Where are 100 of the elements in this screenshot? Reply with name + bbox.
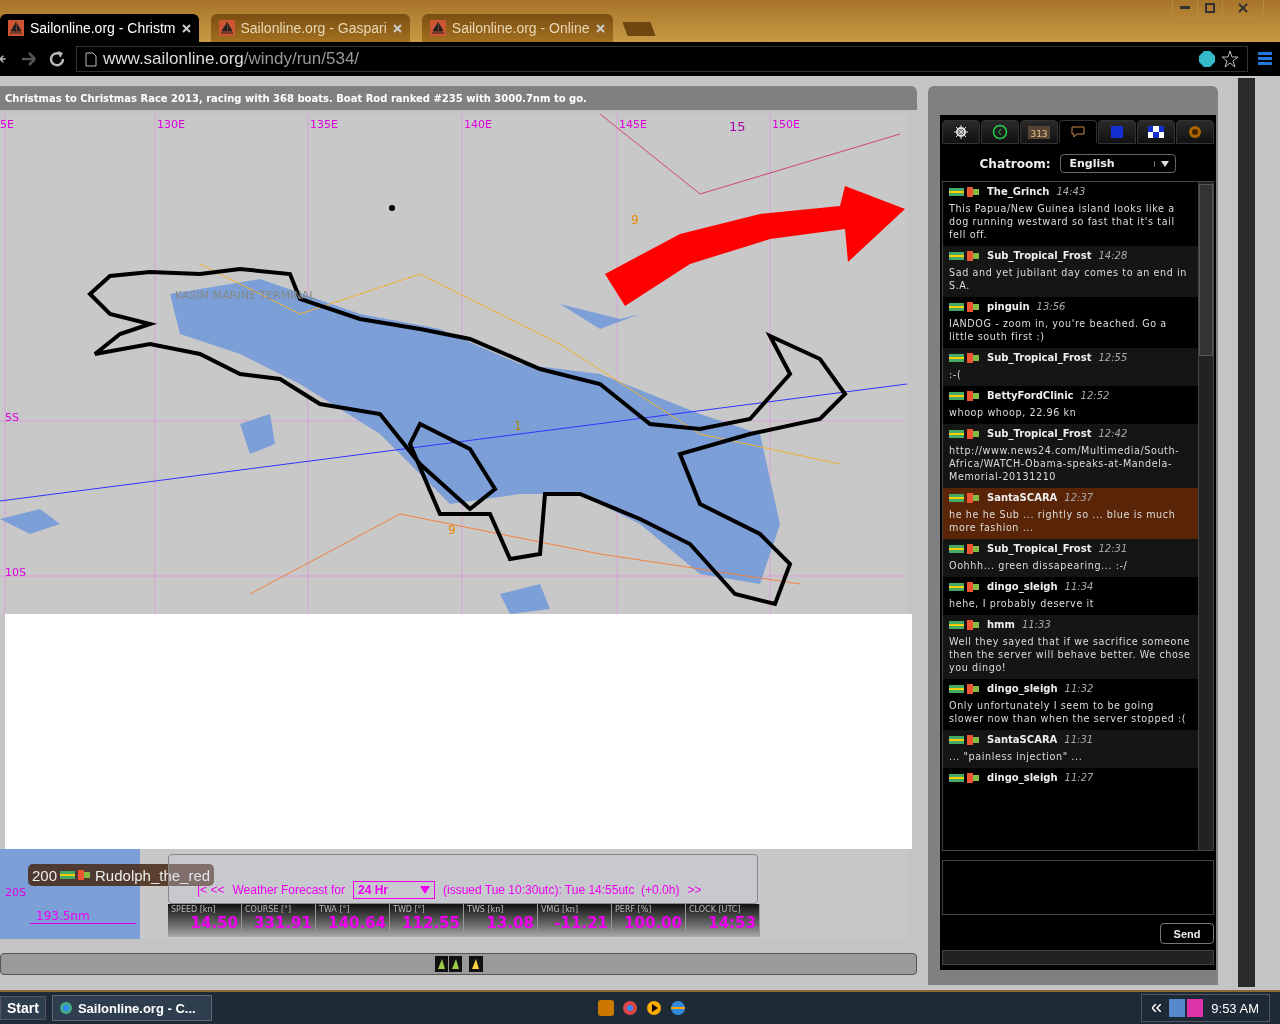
- chatroom-select[interactable]: English: [1060, 154, 1177, 173]
- instrument-cell: SPEED [kn] 14.50: [168, 904, 242, 937]
- message-text: Well they sayed that if we sacrifice someone then the server will behave better. We chose you dingo!: [949, 635, 1192, 674]
- message-time: 14:28: [1098, 250, 1128, 261]
- chat-scrollbar[interactable]: [1198, 182, 1213, 850]
- instrument-cell: VMG [kn] -11.21: [538, 904, 612, 937]
- globe-icon[interactable]: [669, 1000, 686, 1016]
- issued-text: (issued Tue 10:30utc): Tue 14:55utc (+0.0h): [443, 883, 680, 897]
- message-time: 12:37: [1064, 492, 1094, 503]
- tab-title: Sailonline.org - Christm: [30, 20, 176, 36]
- panel-tab[interactable]: [981, 120, 1019, 144]
- caret-icon: [420, 886, 430, 894]
- page-icon: [85, 51, 97, 67]
- star-icon[interactable]: [1221, 50, 1239, 68]
- tray-app-icon[interactable]: [1169, 999, 1204, 1017]
- close-icon[interactable]: [181, 23, 191, 33]
- flag-icon: [949, 492, 981, 503]
- user-name: hmm: [987, 619, 1015, 630]
- flag-icon: [949, 428, 981, 439]
- user-name: SantaSCARA: [987, 734, 1058, 745]
- sails-icon[interactable]: [434, 956, 463, 972]
- boat-rank: 200: [32, 866, 58, 884]
- media-player-icon[interactable]: [645, 1000, 662, 1016]
- message-time: 12:55: [1098, 352, 1128, 363]
- adblock-icon[interactable]: [1199, 51, 1215, 67]
- page-scrollbar[interactable]: [1238, 78, 1255, 987]
- message-text: hehe, I probably deserve it: [949, 597, 1096, 610]
- clock-icon: [992, 124, 1008, 140]
- message-time: 11:34: [1064, 581, 1094, 592]
- panel-tab[interactable]: 313: [1020, 120, 1058, 144]
- forecast-label: Weather Forecast for: [232, 883, 345, 897]
- caret-icon: [1161, 160, 1170, 167]
- chevron-icon[interactable]: [1152, 1004, 1162, 1012]
- flag-icon: [949, 301, 981, 312]
- message-text: This Papua/New Guinea island looks like a dog running westward so fast that it's tail fell off.: [949, 202, 1176, 241]
- menu-icon[interactable]: [1258, 52, 1272, 66]
- user-name: BettyFordClinic: [987, 390, 1074, 401]
- tab-title: Sailonline.org - Gaspari: [240, 20, 387, 36]
- chat-icon: [1071, 126, 1085, 138]
- message-text: IANDOG - zoom in, you're beached. Go a little south first :): [949, 317, 1168, 343]
- horizontal-scrollbar[interactable]: [942, 950, 1214, 965]
- map-area[interactable]: [0, 849, 907, 939]
- flag-icon: [949, 734, 981, 745]
- user-name: dingo_sleigh: [987, 581, 1058, 592]
- wind-marker-label: 9: [448, 523, 456, 537]
- sail-icon[interactable]: [468, 956, 483, 972]
- forward-icon[interactable]: [20, 50, 38, 68]
- flag-icon: [949, 619, 981, 630]
- start-button[interactable]: Start: [0, 996, 46, 1020]
- flag-icon: [949, 772, 981, 783]
- send-button[interactable]: Send: [1160, 923, 1214, 945]
- flag-icon: [949, 390, 981, 401]
- message-text: Sad and yet jubilant day comes to an end in S.A.: [949, 266, 1189, 292]
- message-text: :-(: [949, 368, 963, 381]
- message-input[interactable]: [942, 859, 1214, 916]
- user-name: dingo_sleigh: [987, 683, 1058, 694]
- user-name: pinguin: [987, 301, 1030, 312]
- flag-icon: [949, 543, 981, 554]
- wind-marker-label: 15: [729, 119, 746, 134]
- panel-tab[interactable]: [1137, 120, 1175, 144]
- helm-icon: [954, 125, 968, 139]
- message-time: 12:42: [1098, 428, 1128, 439]
- longitude-label: 140E: [464, 118, 492, 131]
- latitude-label: 20S: [5, 886, 26, 899]
- message-text: whoop whoop, 22.96 kn: [949, 406, 1078, 419]
- flag-icon: [949, 186, 981, 197]
- flag-icon: [949, 581, 981, 592]
- user-name: SantaSCARA: [987, 492, 1058, 503]
- user-name: dingo_sleigh: [987, 772, 1058, 783]
- maximize-icon: [1205, 3, 1215, 13]
- new-tab-button[interactable]: [622, 22, 656, 36]
- instrument-cell: CLOCK [UTC] 14:53: [686, 904, 760, 937]
- url-text: www.sailonline.org/windy/run/534/: [103, 49, 361, 69]
- message-text: he he he Sub ... rightly so ... blue is much more fashion ...: [949, 508, 1177, 534]
- message-text: ... "painless injection" ...: [949, 750, 1084, 763]
- taskbar-item[interactable]: Sailonline.org - C...: [51, 995, 212, 1021]
- close-icon: [1238, 3, 1248, 13]
- panel-tab[interactable]: [942, 120, 980, 144]
- app-icon[interactable]: [597, 1000, 614, 1016]
- browser-tab[interactable]: Sailonline.org - Christm: [0, 14, 199, 42]
- browser-icon[interactable]: [621, 1000, 638, 1016]
- address-field[interactable]: www.sailonline.org/windy/run/534/: [76, 46, 1248, 72]
- square-icon: [1111, 126, 1123, 138]
- longitude-label: 150E: [772, 118, 800, 131]
- longitude-label: 135E: [310, 118, 338, 131]
- sailboat-icon: [218, 20, 235, 36]
- user-name: Sub_Tropical_Frost: [987, 250, 1092, 261]
- sailboat-icon: [429, 20, 446, 36]
- minimize-icon: [1180, 6, 1190, 10]
- user-name: The_Grinch: [987, 186, 1050, 197]
- browser-tab[interactable]: Sailonline.org - Gaspari: [210, 14, 410, 42]
- reload-icon[interactable]: [48, 50, 66, 68]
- browser-tab[interactable]: Sailonline.org - Online: [421, 14, 613, 42]
- sailboat-icon: [8, 20, 24, 36]
- scale-label: 193.5nm: [30, 909, 136, 924]
- boat-label[interactable]: 200 Rudolph_the_red: [28, 864, 215, 886]
- message-text: Oohhh... green dissapearing... :-/: [949, 559, 1129, 572]
- tab-title: Sailonline.org - Online: [451, 20, 590, 36]
- instrument-cell: PERF [%] 100.00: [612, 904, 686, 937]
- longitude-label: 145E: [619, 118, 647, 131]
